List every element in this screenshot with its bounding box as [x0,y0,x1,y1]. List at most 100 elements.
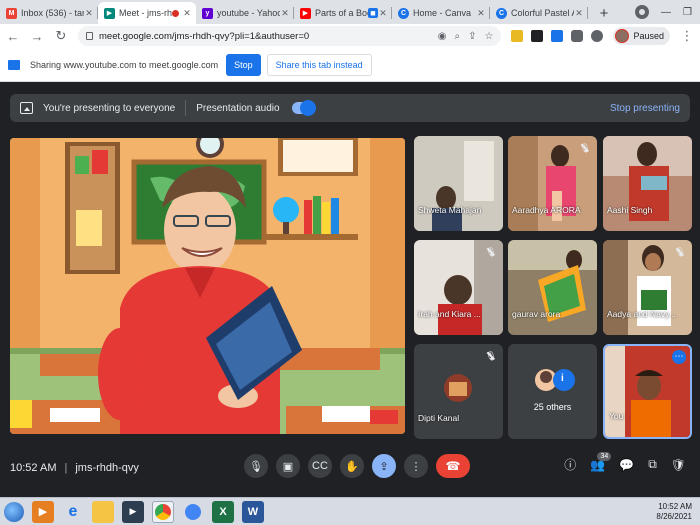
close-icon[interactable]: ✕ [182,8,192,19]
windows-taskbar: ▶ e ▶ X W 10:52 AM 8/26/2021 [0,497,700,525]
stop-sharing-button[interactable]: Stop [226,53,261,76]
meeting-details-icon[interactable]: ⓘ [564,456,576,473]
participant-name: gaurav arora [512,309,561,319]
reload-icon[interactable]: ↻ [54,28,68,44]
raise-hand-icon[interactable]: ✋ [340,454,364,478]
side-panel-controls: ⓘ 👥 34 💬 ⧉ 🛡 [564,451,686,473]
stop-presenting-button[interactable]: Stop presenting [610,103,680,114]
file-explorer-icon[interactable] [92,500,114,523]
puzzle-icon[interactable] [571,30,584,42]
divider: | [64,462,68,474]
present-now-icon[interactable]: ⇪ [372,454,396,478]
divider [185,100,187,116]
extension-icon[interactable] [551,30,564,42]
speaker-icon: ■ [368,8,378,18]
gmail-icon: M [6,7,17,19]
url-text[interactable]: meet.google.com/jms-rhdh-qvy?pli=1&authu… [99,31,432,42]
excel-icon[interactable]: X [212,500,234,523]
star-icon[interactable]: ☆ [485,31,494,42]
start-button-icon[interactable] [4,501,24,522]
profile-label: Paused [633,31,664,41]
zoom-icon[interactable]: ⌕ [455,31,461,42]
forward-icon[interactable]: → [30,29,44,44]
participant-tile[interactable]: gaurav arora [508,240,597,335]
close-icon[interactable]: ✕ [378,8,388,19]
close-icon[interactable]: ✕ [476,8,486,19]
avatar [615,29,630,43]
word-icon[interactable]: W [242,500,264,523]
chrome-icon[interactable] [152,500,174,523]
participant-name: Irah and Kiara ... [418,309,481,319]
canva-icon: C [496,7,507,19]
participant-tile[interactable]: Shweta Mahajan [414,136,503,231]
new-tab-button[interactable]: + [594,3,614,23]
more-options-icon[interactable]: ⋮ [404,454,428,478]
camera-icon[interactable]: ▣ [276,454,300,478]
sharing-text: Sharing www.youtube.com to meet.google.c… [30,59,219,70]
tab-canva-animation[interactable]: C Colorful Pastel Animat ✕ [490,2,588,24]
media-player-icon[interactable]: ▶ [32,500,54,523]
presentation-video [10,138,405,434]
internet-explorer-icon[interactable]: e [62,501,84,523]
presenting-banner: You're presenting to everyone Presentati… [10,94,690,122]
participant-video [414,136,503,231]
participant-name: Aashi Singh [607,205,653,215]
close-icon[interactable]: ✕ [574,8,584,19]
extension-icon[interactable] [531,30,544,42]
presentation-audio-toggle[interactable] [291,100,316,116]
tab-yahoo[interactable]: y youtube - Yahoo India ✕ [196,2,294,24]
profile-button[interactable]: Paused [613,27,670,45]
activities-icon[interactable]: ⧉ [648,457,657,472]
participant-name: Dipti Kanal [418,413,460,423]
minimize-icon[interactable]: — [661,7,671,18]
tab-youtube[interactable]: ▶ Parts of a Book | Ja ■ ✕ [294,2,392,24]
captions-icon[interactable]: CC [308,454,332,478]
more-options-icon[interactable]: ⋯ [672,350,686,364]
lock-icon[interactable] [86,32,93,40]
chrome-profile-icon[interactable] [182,501,204,523]
participant-video [603,136,692,231]
participant-tile[interactable]: 🎙 Irah and Kiara ... [414,240,503,335]
others-tile[interactable]: i 25 others [508,344,597,439]
present-icon [20,102,33,114]
share-icon[interactable]: ⇪ [468,31,476,42]
participant-tile[interactable]: Aashi Singh [603,136,692,231]
leave-call-icon[interactable]: ☎ [436,454,470,478]
maximize-icon[interactable]: ❐ [683,7,692,18]
extension-icon[interactable] [511,30,524,42]
presentation-audio-label: Presentation audio [196,102,280,114]
browser-toolbar: ← → ↻ meet.google.com/jms-rhdh-qvy?pli=1… [0,24,700,48]
camera-icon[interactable]: ◉ [438,31,447,42]
media-center-icon[interactable]: ▶ [122,500,144,523]
people-icon[interactable]: 👥 34 [590,451,612,472]
tab-title: Parts of a Book | Ja [315,8,368,18]
close-icon[interactable]: ✕ [84,8,94,19]
system-date: 8/26/2021 [656,511,692,521]
tab-search-icon[interactable] [635,5,650,19]
tab-title: Home - Canva [413,8,472,18]
self-tile[interactable]: ⋯ You [603,344,692,439]
host-controls-icon[interactable]: 🛡 [671,458,686,472]
media-icon[interactable] [591,30,604,42]
canva-icon: C [398,7,409,19]
chat-icon[interactable]: 💬 [619,458,634,472]
participant-tile[interactable]: 🎙 Dipti Kanal [414,344,503,439]
tab-canva-home[interactable]: C Home - Canva ✕ [392,2,490,24]
tab-title: youtube - Yahoo India [217,8,280,18]
tab-gmail[interactable]: M Inbox (536) - tarannum ✕ [0,2,98,24]
tab-meet[interactable]: ▶ Meet - jms-rhdh-q ✕ [98,2,196,24]
mic-off-icon: 🎙 [485,351,497,361]
sharing-infobar: Sharing www.youtube.com to meet.google.c… [0,48,700,82]
participant-tile[interactable]: 🎙 Aaradhya ARORA [508,136,597,231]
back-icon[interactable]: ← [6,29,20,44]
mic-off-icon: 🎙 [579,143,591,153]
share-this-tab-button[interactable]: Share this tab instead [266,53,372,76]
meeting-controls-bar: 10:52 AM | jms-rhdh-qvy 🎙 ▣ CC ✋ ⇪ ⋮ ☎ ⓘ… [0,448,700,488]
participant-tile[interactable]: 🎙 Aadya and Navy... [603,240,692,335]
system-clock[interactable]: 10:52 AM 8/26/2021 [656,502,696,522]
menu-icon[interactable]: ⋮ [680,28,694,44]
address-bar[interactable]: meet.google.com/jms-rhdh-qvy?pli=1&authu… [78,26,502,46]
close-icon[interactable]: ✕ [280,8,290,19]
microphone-icon[interactable]: 🎙 [244,454,268,478]
participant-video [508,240,597,335]
